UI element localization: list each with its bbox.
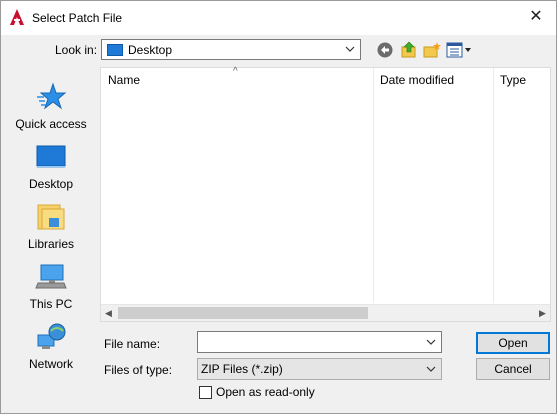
file-type-dropdown[interactable]: ZIP Files (*.zip)	[197, 358, 442, 380]
libraries-icon	[37, 204, 65, 230]
scroll-left-icon[interactable]: ◀	[104, 308, 113, 319]
close-button[interactable]: ✕	[526, 7, 546, 27]
chevron-down-icon	[345, 46, 355, 52]
horizontal-scrollbar[interactable]: ◀ ▶	[101, 304, 550, 321]
view-menu-icon[interactable]	[446, 41, 472, 59]
title-bar: Select Patch File ✕	[1, 1, 556, 35]
select-patch-file-dialog: Select Patch File ✕ Look in: Desktop Qui…	[0, 0, 557, 414]
place-label: Quick access	[15, 117, 87, 131]
file-type-label: Files of type:	[104, 363, 173, 377]
place-label: Libraries	[27, 237, 75, 251]
up-one-level-icon[interactable]	[400, 41, 418, 59]
scrollbar-thumb[interactable]	[118, 307, 368, 319]
network-icon	[37, 323, 66, 349]
file-list[interactable]: ^ Name Date modified Type ◀ ▶	[100, 66, 551, 322]
create-new-folder-icon[interactable]	[423, 41, 441, 59]
place-label: This PC	[29, 297, 73, 311]
this-pc-icon	[35, 264, 67, 289]
place-desktop[interactable]: Desktop	[7, 137, 95, 197]
column-header-date-modified[interactable]: Date modified	[373, 68, 493, 92]
place-libraries[interactable]: Libraries	[7, 197, 95, 257]
desktop-icon	[36, 145, 66, 168]
column-divider	[373, 68, 374, 303]
file-name-label: File name:	[104, 337, 161, 351]
column-divider	[493, 68, 494, 303]
places-bar: Quick access Desktop Libraries This PC N…	[7, 67, 95, 375]
place-label: Network	[28, 357, 73, 371]
read-only-label[interactable]: Open as read-only	[216, 385, 315, 399]
desktop-folder-icon	[107, 44, 123, 56]
look-in-dropdown[interactable]: Desktop	[101, 39, 361, 60]
file-name-combobox[interactable]	[197, 331, 442, 353]
quick-access-star-icon	[37, 82, 67, 110]
read-only-checkbox[interactable]	[199, 386, 212, 399]
scroll-right-icon[interactable]: ▶	[538, 308, 547, 319]
place-this-pc[interactable]: This PC	[7, 257, 95, 317]
window-title: Select Patch File	[32, 11, 123, 25]
file-type-value: ZIP Files (*.zip)	[201, 362, 283, 376]
place-label: Desktop	[28, 177, 74, 191]
autocad-a-icon	[10, 9, 24, 25]
look-in-value: Desktop	[128, 43, 173, 57]
open-button[interactable]: Open	[476, 332, 550, 354]
place-quick-access[interactable]: Quick access	[7, 77, 95, 137]
chevron-down-icon	[426, 366, 436, 372]
place-network[interactable]: Network	[7, 317, 95, 377]
cancel-button[interactable]: Cancel	[476, 358, 550, 380]
column-header-type[interactable]: Type	[493, 68, 550, 92]
column-header-name[interactable]: Name	[101, 68, 373, 92]
look-in-label: Look in:	[55, 43, 98, 57]
chevron-down-icon[interactable]	[425, 335, 437, 349]
back-arrow-icon[interactable]	[376, 41, 394, 59]
